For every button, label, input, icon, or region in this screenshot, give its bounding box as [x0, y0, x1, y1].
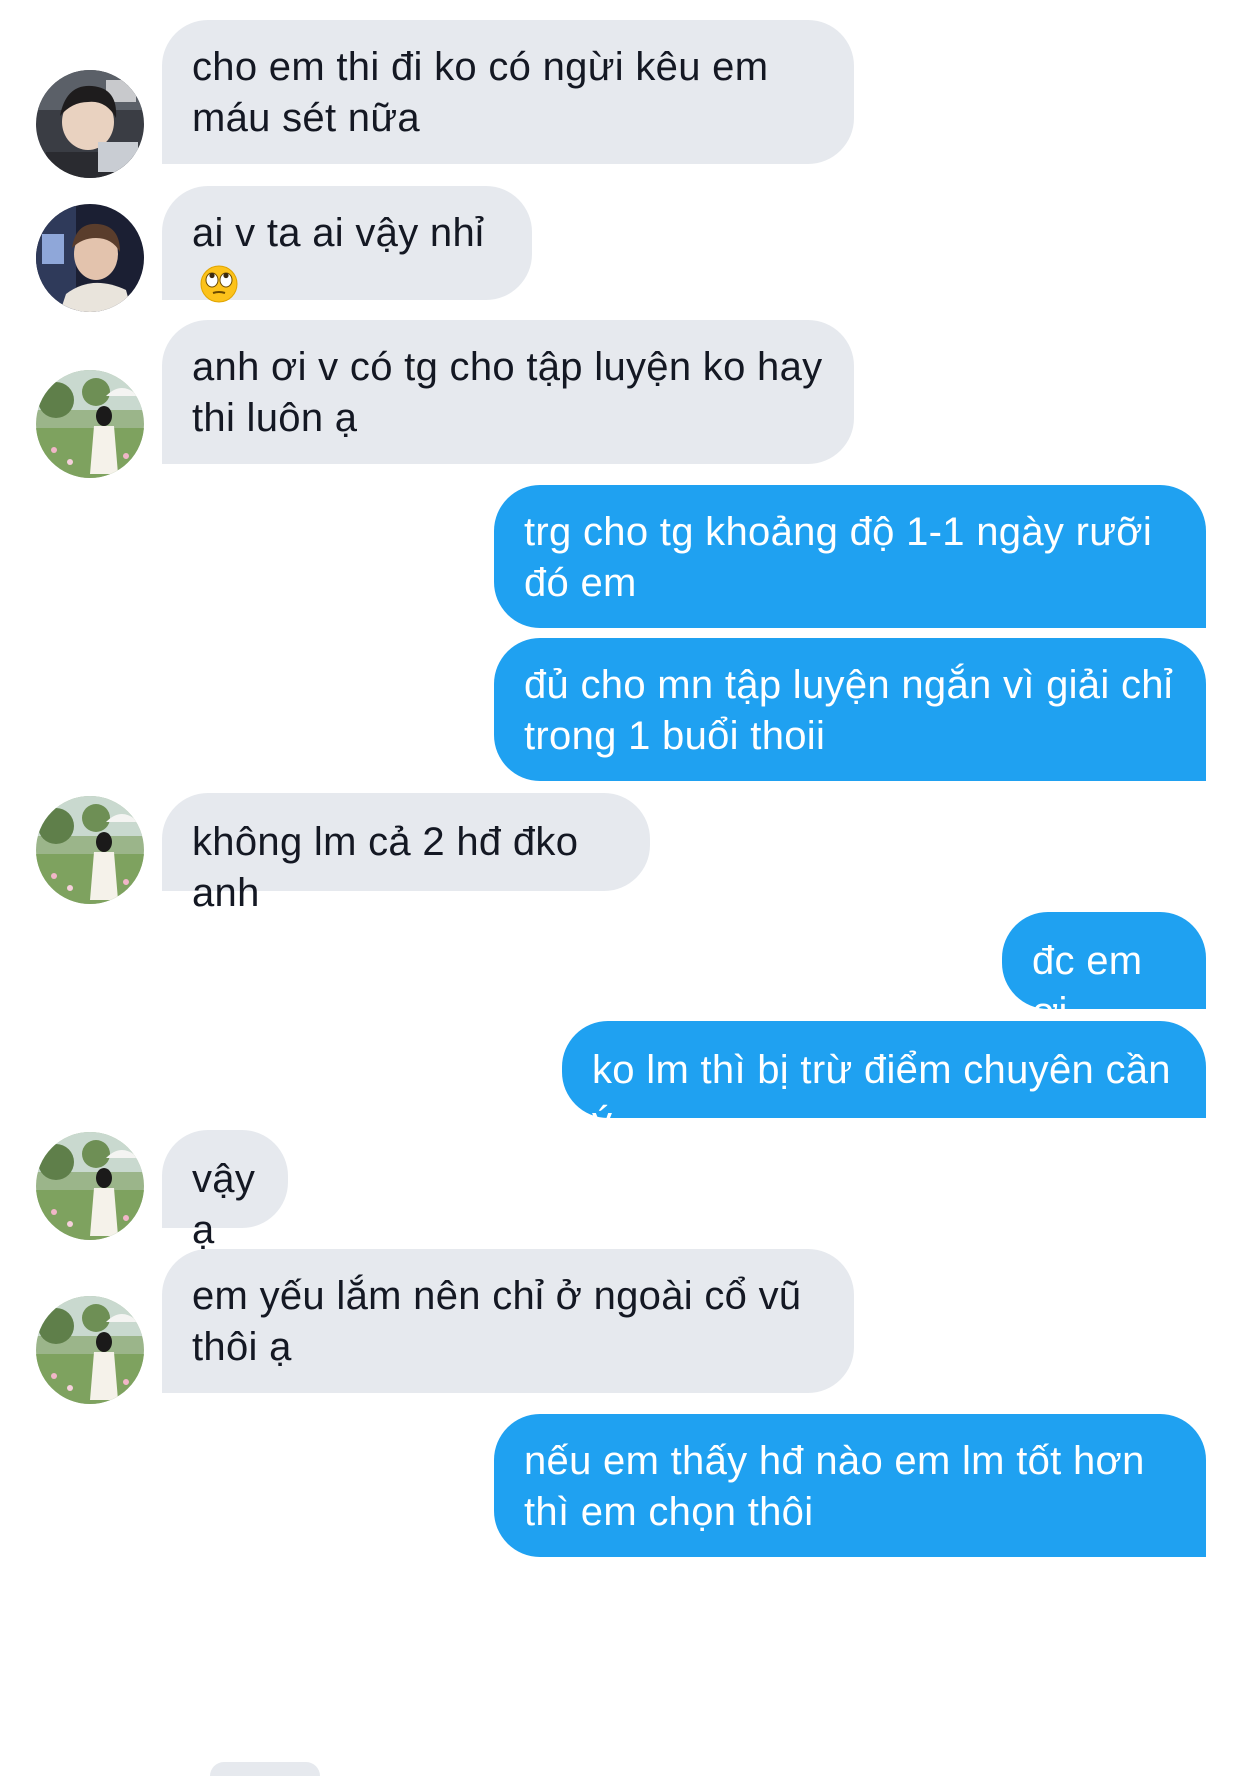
message-bubble-incoming[interactable]: anh ơi v có tg cho tập luyện ko hay thi … — [162, 320, 854, 464]
message-text: ko lm thì bị trừ điểm chuyên cần ý — [592, 1048, 1171, 1143]
message-text: đc em ơi — [1032, 939, 1143, 1034]
avatar-girl-umbrella[interactable] — [36, 796, 144, 904]
message-text: nếu em thấy hđ nào em lm tốt hơn thì em … — [524, 1439, 1145, 1534]
eye-roll-emoji — [200, 265, 238, 316]
message-text: cho em thi đi ko có ngừi kêu em máu sét … — [192, 45, 769, 140]
avatar-girl-umbrella[interactable] — [36, 1132, 144, 1240]
message-text: trg cho tg khoảng độ 1-1 ngày rưỡi đó em — [524, 510, 1153, 605]
message-bubble-outgoing[interactable]: đủ cho mn tập luyện ngắn vì giải chỉ tro… — [494, 638, 1206, 781]
message-bubble-incoming-partial — [210, 1762, 320, 1776]
message-bubble-outgoing[interactable]: trg cho tg khoảng độ 1-1 ngày rưỡi đó em — [494, 485, 1206, 628]
message-text: ai v ta ai vậy nhỉ — [192, 211, 485, 255]
message-bubble-incoming[interactable]: vậy ạ — [162, 1130, 288, 1252]
message-text: anh ơi v có tg cho tập luyện ko hay thi … — [192, 345, 823, 440]
message-text: em yếu lắm nên chỉ ở ngoài cổ vũ thôi ạ — [192, 1274, 802, 1369]
message-bubble-outgoing[interactable]: ko lm thì bị trừ điểm chuyên cần ý — [562, 1021, 1206, 1143]
message-bubble-incoming[interactable]: cho em thi đi ko có ngừi kêu em máu sét … — [162, 20, 854, 164]
message-bubble-incoming[interactable]: em yếu lắm nên chỉ ở ngoài cổ vũ thôi ạ — [162, 1249, 854, 1393]
message-text: vậy ạ — [192, 1157, 256, 1252]
avatar-gamer-boy[interactable] — [36, 70, 144, 178]
avatar-girl-umbrella[interactable] — [36, 370, 144, 478]
avatar-boy-headphones[interactable] — [36, 204, 144, 312]
message-text: không lm cả 2 hđ đko anh — [192, 820, 579, 915]
message-bubble-outgoing[interactable]: đc em ơi — [1002, 912, 1206, 1034]
message-bubble-incoming[interactable]: ai v ta ai vậy nhỉ — [162, 186, 532, 303]
message-bubble-incoming[interactable]: không lm cả 2 hđ đko anh — [162, 793, 650, 915]
message-bubble-outgoing[interactable]: nếu em thấy hđ nào em lm tốt hơn thì em … — [494, 1414, 1206, 1557]
avatar-girl-umbrella[interactable] — [36, 1296, 144, 1404]
message-text: đủ cho mn tập luyện ngắn vì giải chỉ tro… — [524, 663, 1173, 758]
